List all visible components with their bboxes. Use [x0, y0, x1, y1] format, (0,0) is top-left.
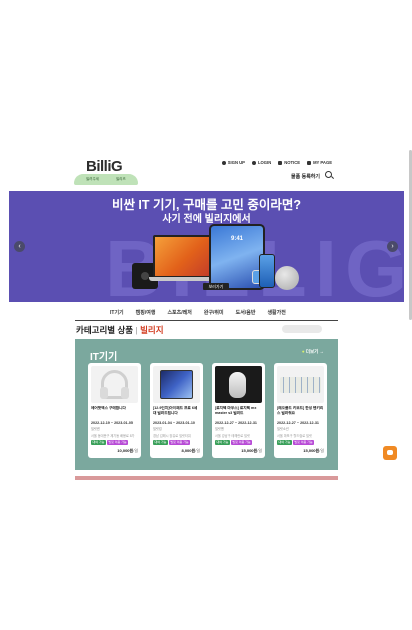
site-header: BilliG 빌려주세 빌리즈 SIGN UP LOGIN NOTICE MY … — [74, 158, 338, 188]
tag-billit: 빌릿 이용 가능 — [106, 440, 129, 445]
product-seller: 빌릿퀸 — [91, 427, 100, 431]
product-seller: 빌릿맨 — [215, 427, 224, 431]
tag-available: 대여 가능 — [277, 440, 292, 445]
category-tab-toys[interactable]: 완구/취미 — [204, 309, 224, 316]
search-icon[interactable] — [325, 171, 335, 180]
product-location: 경남 김해시 장유로 빌릿타워 — [153, 434, 191, 438]
user-icon — [221, 160, 226, 165]
macbook-image — [153, 235, 213, 278]
tag-billit: 빌릿 이용 가능 — [168, 440, 191, 445]
iphone-image — [259, 254, 275, 288]
product-name: [레오폴드 키보드] 한성 텐키리스 빌려줘요 — [277, 406, 324, 415]
product-period: 2022-12-27 ~ 2022-12-31 — [277, 421, 319, 425]
category-tab-books[interactable]: 도서/음반 — [236, 309, 256, 316]
logo-wordmark: BilliG — [86, 158, 123, 175]
product-name: [로지텍 마우스] 로지텍 mx master s3 빌려드 — [215, 406, 257, 415]
top-links: SIGN UP LOGIN NOTICE MY PAGE — [221, 160, 332, 165]
product-location: 서울 강남구 테헤란로 빌릿 — [215, 434, 250, 438]
mypage-link[interactable]: MY PAGE — [307, 160, 332, 165]
category-tab-camping[interactable]: 캠핑/여행 — [136, 309, 156, 316]
section-title-pill — [282, 325, 322, 333]
carousel-prev-button[interactable]: ‹ — [14, 241, 25, 252]
nav-divider — [75, 320, 338, 321]
product-price: 15,000원/일 — [241, 448, 262, 453]
ipad-clock-text: 9:41 — [230, 236, 243, 242]
notice-label: NOTICE — [284, 160, 301, 165]
mypage-label: MY PAGE — [313, 160, 332, 165]
signup-label: SIGN UP — [227, 160, 245, 165]
tag-billit: 빌릿 이용 가능 — [292, 440, 315, 445]
logo-tagline-left: 빌려주세 — [86, 177, 99, 181]
product-image-ipad — [153, 366, 200, 403]
product-price: 8,000원/일 — [181, 448, 201, 453]
hero-banner[interactable]: BILLIG 비싼 IT 기기, 구매를 고민 중이라면? 사기 전에 빌리지에… — [9, 191, 404, 302]
tag-available: 대여 가능 — [215, 440, 230, 445]
section-title: 카테고리별 상품 | 빌리지 — [76, 324, 164, 336]
more-link[interactable]: ● 더보기 → — [302, 349, 324, 355]
product-price: 10,000원/일 — [117, 448, 138, 453]
category-tab-it[interactable]: IT기기 — [110, 309, 124, 316]
category-tab-appliances[interactable]: 생활가전 — [267, 309, 285, 316]
product-image-keyboard — [277, 366, 324, 403]
product-location: 서울 동대문구 제기동 배봉로 8가 — [91, 434, 135, 438]
tag-available: 대여 가능 — [153, 440, 168, 445]
login-label: LOGIN — [257, 160, 272, 165]
product-seller: 빌릿킹 — [153, 427, 162, 431]
login-link[interactable]: LOGIN — [251, 160, 272, 165]
section-title-main: 카테고리별 상품 — [76, 325, 134, 335]
product-name: [12.9인치]아이패드 프로 6세대 빌려드립니다 — [153, 406, 198, 415]
tag-billit: 빌릿 이용 가능 — [230, 440, 253, 445]
billig-logo[interactable]: BilliG 빌려주세 빌리즈 — [74, 158, 140, 186]
product-period: 2023-01-04 ~ 2023-01-10 — [153, 421, 195, 425]
category-tab-sports[interactable]: 스포츠/레저 — [167, 309, 191, 316]
product-period: 2022-12-19 ~ 2023-01-05 — [91, 421, 133, 425]
product-seller: 빌릿소년 — [277, 427, 289, 431]
product-location: 서울 마포구 월드컵로 빌릿 — [277, 434, 312, 438]
section-title-divider: | — [135, 325, 138, 335]
panel-title: IT기기 — [90, 352, 118, 363]
chat-icon[interactable] — [383, 446, 397, 460]
product-name: 에어팟맥스 구매합니다 — [91, 406, 126, 410]
product-price: 15,000원/일 — [303, 448, 324, 453]
product-image-mouse — [215, 366, 262, 403]
category-nav: IT기기 캠핑/여행 스포츠/레저 완구/취미 도서/음반 생활가전 — [110, 309, 286, 316]
category-panel-it: IT기기 ● 더보기 → 에어팟맥스 구매합니다 2022-12-19 ~ 20… — [75, 339, 338, 470]
product-card-list: 에어팟맥스 구매합니다 2022-12-19 ~ 2023-01-05 빌릿퀸 … — [88, 363, 327, 458]
product-card[interactable]: 에어팟맥스 구매합니다 2022-12-19 ~ 2023-01-05 빌릿퀸 … — [88, 363, 141, 458]
carousel-next-button[interactable]: › — [387, 241, 398, 252]
section-title-accent: 빌리지 — [140, 325, 164, 335]
tag-available: 대여 가능 — [91, 440, 106, 445]
homepod-image — [275, 266, 299, 290]
logo-leaf — [74, 174, 138, 185]
register-item-button[interactable]: 물품 등록하기 — [291, 173, 320, 180]
product-card[interactable]: [12.9인치]아이패드 프로 6세대 빌려드립니다 2023-01-04 ~ … — [150, 363, 203, 458]
notice-icon — [278, 160, 283, 165]
banner-cta-button[interactable]: 보러가기 — [203, 283, 229, 290]
notice-link[interactable]: NOTICE — [278, 160, 300, 165]
logo-tagline-right: 빌리즈 — [116, 177, 126, 181]
product-card[interactable]: [레오폴드 키보드] 한성 텐키리스 빌려줘요 2022-12-27 ~ 202… — [274, 363, 327, 458]
mypage-icon — [307, 160, 312, 165]
login-icon — [251, 160, 256, 165]
macbook-base-image — [149, 277, 217, 281]
product-card[interactable]: [로지텍 마우스] 로지텍 mx master s3 빌려드 2022-12-2… — [212, 363, 265, 458]
signup-link[interactable]: SIGN UP — [221, 160, 245, 165]
product-image-headphones — [91, 366, 138, 403]
next-section-strip — [75, 476, 338, 480]
banner-subtitle: 사기 전에 빌리지에서 — [162, 214, 251, 225]
more-link-label: 더보기 → — [305, 349, 324, 354]
product-period: 2022-12-27 ~ 2022-12-31 — [215, 421, 257, 425]
